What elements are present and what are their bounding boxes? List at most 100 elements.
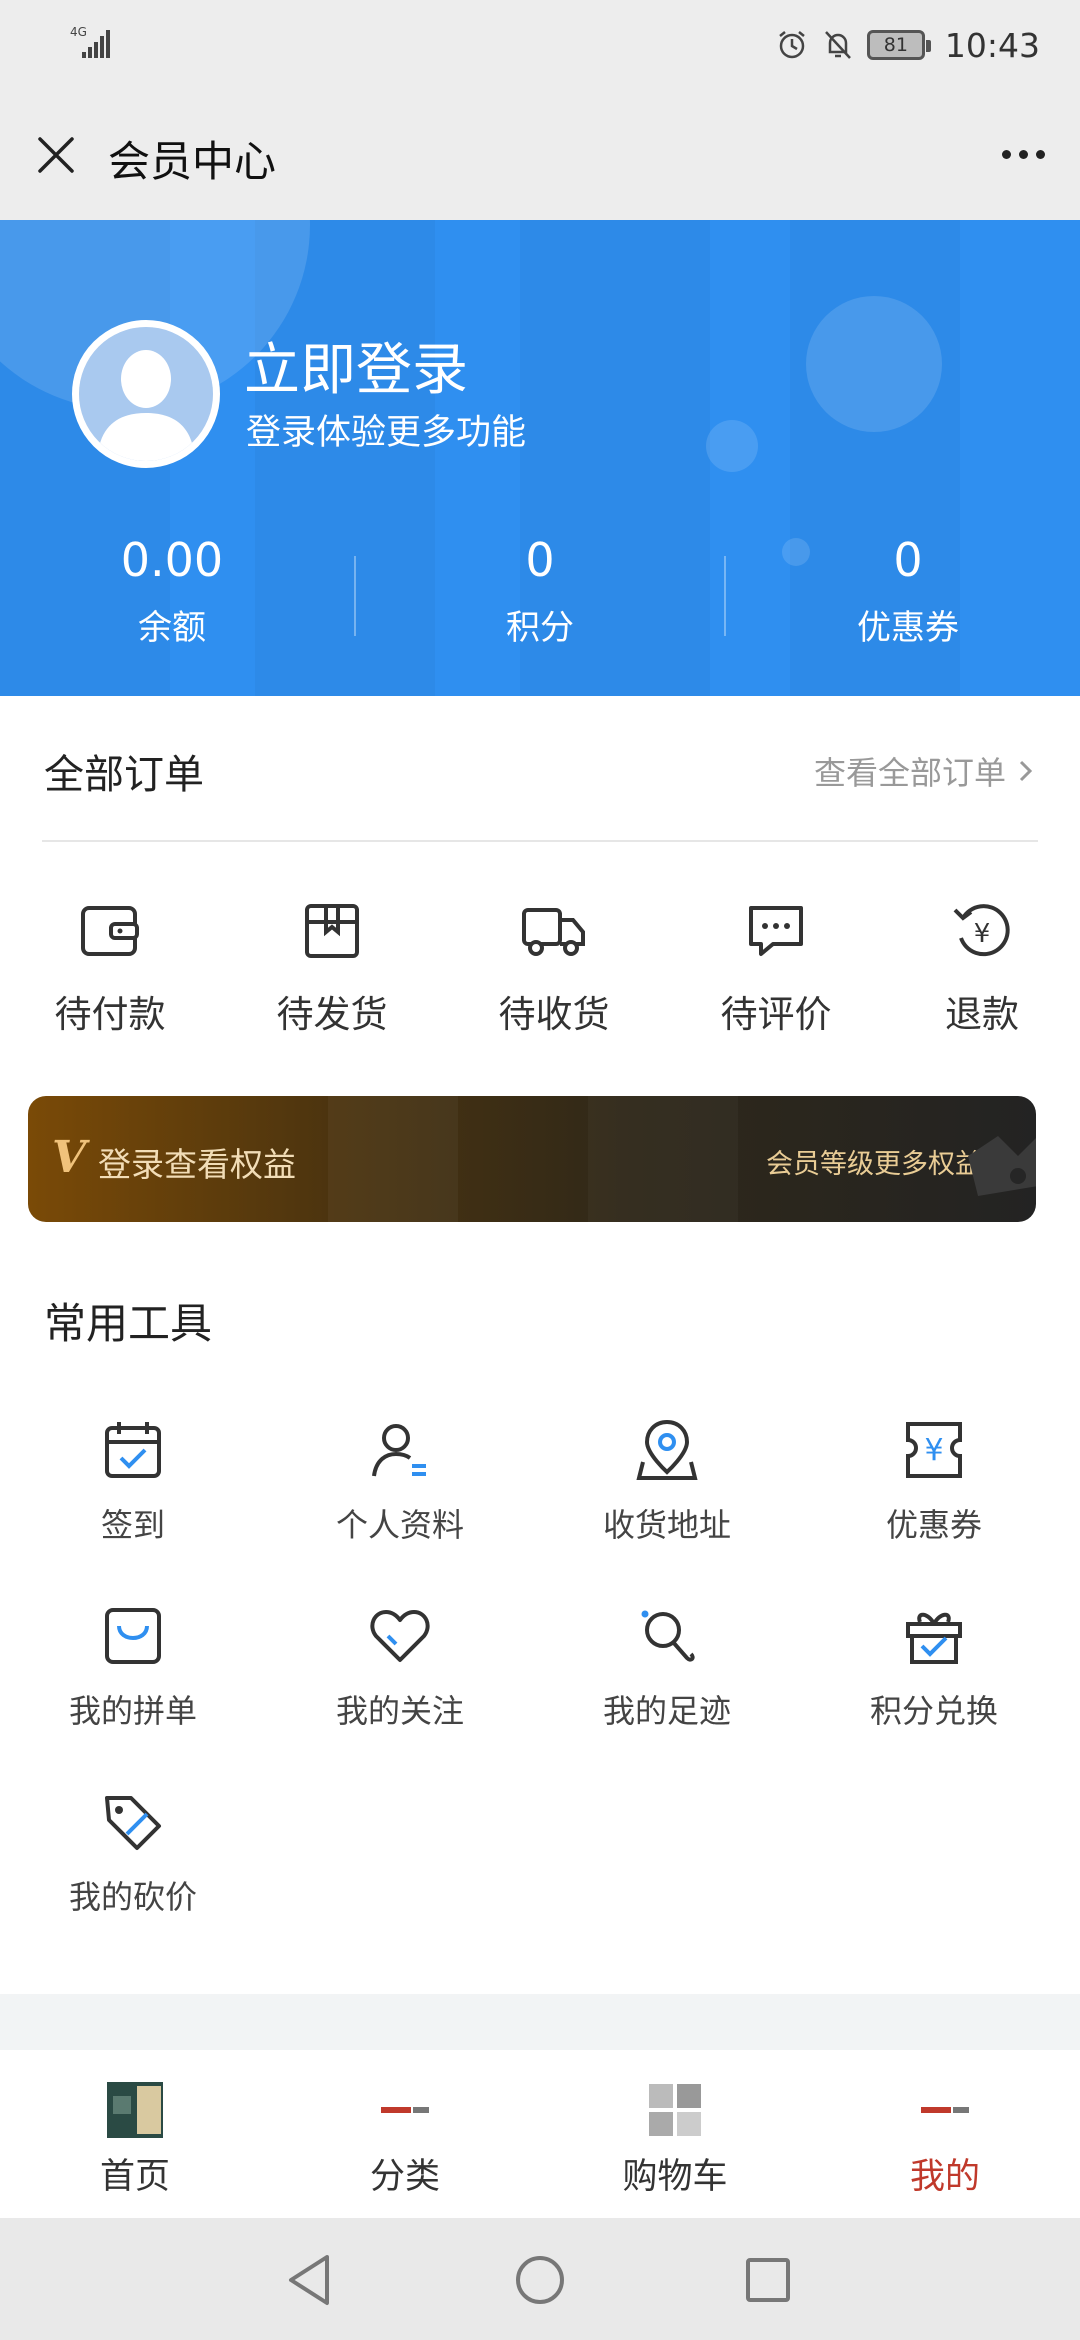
- tool-address[interactable]: 收货地址: [547, 1418, 787, 1546]
- recent-apps-button[interactable]: [736, 2248, 800, 2312]
- order-label: 待发货: [276, 993, 388, 1036]
- order-label: 待付款: [54, 993, 166, 1036]
- coupon-icon: ¥: [906, 1422, 962, 1478]
- page-title: 会员中心: [108, 137, 277, 186]
- vip-v-icon: V: [52, 1132, 87, 1183]
- member-benefits-banner[interactable]: V 登录查看权益 会员等级更多权益: [28, 1096, 1036, 1222]
- more-options-button[interactable]: [988, 126, 1058, 182]
- calendar-check-icon: [105, 1422, 161, 1478]
- tool-label: 签到: [100, 1506, 165, 1544]
- banner-decoration: [588, 1096, 738, 1222]
- package-icon: [305, 904, 359, 958]
- bottom-nav: 首页 分类 购物车 我的: [0, 2050, 1080, 2218]
- stat-divider: [354, 556, 356, 636]
- nav-category[interactable]: 分类: [270, 2050, 540, 2218]
- nav-label: 分类: [369, 2157, 440, 2197]
- cart-thumbnail-icon: [649, 2084, 701, 2136]
- nav-cart[interactable]: 购物车: [540, 2050, 810, 2218]
- login-button[interactable]: 立即登录: [244, 325, 468, 406]
- tools-title: 常用工具: [44, 1299, 213, 1348]
- orders-title: 全部订单: [44, 752, 204, 798]
- close-button[interactable]: [28, 127, 84, 183]
- header-decoration: [706, 420, 758, 472]
- battery-indicator: 81: [866, 30, 931, 60]
- tool-group-buy[interactable]: 我的拼单: [13, 1604, 253, 1732]
- tool-label: 我的砍价: [68, 1878, 197, 1916]
- stat-label: 余额: [138, 608, 206, 648]
- view-all-orders-label: 查看全部订单: [813, 754, 1006, 792]
- gift-icon: [906, 1612, 962, 1664]
- order-refund[interactable]: ¥ 退款: [892, 898, 1072, 1038]
- mine-thumbnail-icon: [919, 2104, 971, 2116]
- truck-icon: [522, 908, 585, 956]
- heart-icon: [370, 1610, 430, 1662]
- order-label: 退款: [945, 993, 1019, 1036]
- refund-icon: ¥: [953, 904, 1010, 957]
- tool-label: 我的足迹: [602, 1692, 731, 1730]
- stat-value: 0: [525, 533, 555, 587]
- orders-section-header: 全部订单 查看全部订单: [0, 696, 1080, 842]
- benefits-more-link[interactable]: 会员等级更多权益: [766, 1142, 982, 1181]
- order-pending-shipment[interactable]: 待发货: [242, 898, 422, 1038]
- default-avatar-icon: [79, 327, 213, 461]
- divider: [42, 840, 1038, 842]
- status-bar: 4G 81 10:43: [0, 0, 1080, 90]
- close-icon: [38, 137, 74, 173]
- alarm-icon: [779, 31, 805, 59]
- user-profile-icon: [372, 1424, 426, 1477]
- stat-value: 0: [893, 533, 923, 587]
- tool-label: 优惠券: [885, 1506, 982, 1544]
- tool-sign-in[interactable]: 签到: [13, 1418, 253, 1546]
- discount-tag-icon: [105, 1796, 161, 1850]
- tool-coupons[interactable]: ¥ 优惠券: [814, 1418, 1054, 1546]
- recent-square-icon: [746, 2258, 790, 2302]
- home-circle-icon: [516, 2256, 564, 2304]
- nav-label: 购物车: [622, 2157, 728, 2197]
- chevron-right-icon: [1019, 760, 1033, 782]
- tool-bargain[interactable]: 我的砍价: [13, 1790, 253, 1918]
- tool-points-exchange[interactable]: 积分兑换: [814, 1604, 1054, 1732]
- nav-home[interactable]: 首页: [0, 2050, 270, 2218]
- stat-value: 0.00: [120, 533, 224, 587]
- signal-icon: 4G: [70, 25, 110, 58]
- footprint-icon: [641, 1610, 695, 1662]
- back-triangle-icon: [289, 2255, 329, 2305]
- stat-label: 积分: [506, 608, 574, 648]
- mute-bell-icon: [824, 31, 851, 59]
- tool-label: 我的关注: [335, 1692, 464, 1730]
- nav-label: 首页: [99, 2157, 170, 2197]
- tool-label: 积分兑换: [869, 1692, 998, 1730]
- banner-decoration: [328, 1096, 458, 1222]
- home-button[interactable]: [508, 2248, 572, 2312]
- member-header: 立即登录 登录体验更多功能 0.00 余额 0 积分 0 优惠券: [0, 220, 1080, 696]
- tool-label: 个人资料: [335, 1506, 464, 1544]
- tool-footprints[interactable]: 我的足迹: [547, 1604, 787, 1732]
- category-thumbnail-icon: [379, 2104, 431, 2116]
- nav-mine[interactable]: 我的: [810, 2050, 1080, 2218]
- header-decoration: [806, 296, 942, 432]
- coupons-stat[interactable]: 0 优惠券: [788, 532, 1028, 649]
- order-label: 待收货: [498, 993, 610, 1036]
- tool-follows[interactable]: 我的关注: [280, 1604, 520, 1732]
- view-all-orders-link[interactable]: 查看全部订单: [814, 748, 1036, 794]
- order-pending-receipt[interactable]: 待收货: [464, 898, 644, 1038]
- more-dot-icon: [1035, 149, 1045, 159]
- nav-label: 我的: [909, 2157, 980, 2197]
- home-thumbnail-icon: [107, 2082, 163, 2138]
- points-stat[interactable]: 0 积分: [420, 532, 660, 649]
- battery-level: 81: [883, 34, 908, 56]
- tool-profile[interactable]: 个人资料: [280, 1418, 520, 1546]
- crown-decoration-icon: [968, 1136, 1036, 1196]
- avatar[interactable]: [72, 320, 220, 468]
- order-pending-payment[interactable]: 待付款: [20, 898, 200, 1038]
- shopping-bag-icon: [105, 1608, 161, 1664]
- clock: 10:43: [944, 25, 1040, 65]
- balance-stat[interactable]: 0.00 余额: [52, 532, 292, 649]
- benefits-login-text: 登录查看权益: [98, 1145, 296, 1184]
- order-pending-review[interactable]: 待评价: [686, 898, 866, 1038]
- back-button[interactable]: [278, 2248, 342, 2312]
- section-gap: [0, 1994, 1080, 2050]
- tool-label: 收货地址: [602, 1506, 731, 1544]
- svg-text:¥: ¥: [924, 1433, 943, 1468]
- system-navigation-bar: [0, 2218, 1080, 2340]
